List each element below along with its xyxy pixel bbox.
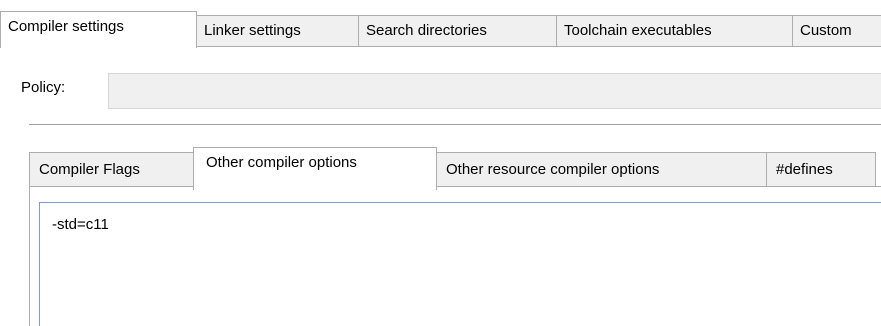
tab-toolchain-executables[interactable]: Toolchain executables bbox=[556, 15, 793, 47]
top-tab-bar: Compiler settings Linker settings Search… bbox=[0, 0, 881, 48]
policy-dropdown[interactable] bbox=[108, 73, 881, 109]
tab-compiler-flags[interactable]: Compiler Flags bbox=[29, 152, 194, 187]
tab-custom[interactable]: Custom bbox=[792, 15, 881, 47]
inner-tab-bar: Compiler Flags Other compiler options Ot… bbox=[0, 140, 881, 196]
tab-search-directories[interactable]: Search directories bbox=[358, 15, 557, 47]
tab-defines[interactable]: #defines bbox=[766, 152, 876, 187]
tab-compiler-settings[interactable]: Compiler settings bbox=[0, 11, 197, 48]
compiler-settings-window: Compiler settings Linker settings Search… bbox=[0, 0, 881, 326]
separator-line bbox=[29, 124, 881, 125]
other-compiler-options-textarea[interactable]: -std=c11 bbox=[39, 202, 881, 326]
policy-label: Policy: bbox=[21, 79, 66, 96]
tab-other-resource-compiler-options[interactable]: Other resource compiler options bbox=[436, 152, 767, 187]
panel-border-top bbox=[29, 186, 881, 187]
tab-linker-settings[interactable]: Linker settings bbox=[196, 15, 359, 47]
tab-other-compiler-options[interactable]: Other compiler options bbox=[193, 147, 437, 190]
panel-border-left bbox=[29, 186, 30, 326]
